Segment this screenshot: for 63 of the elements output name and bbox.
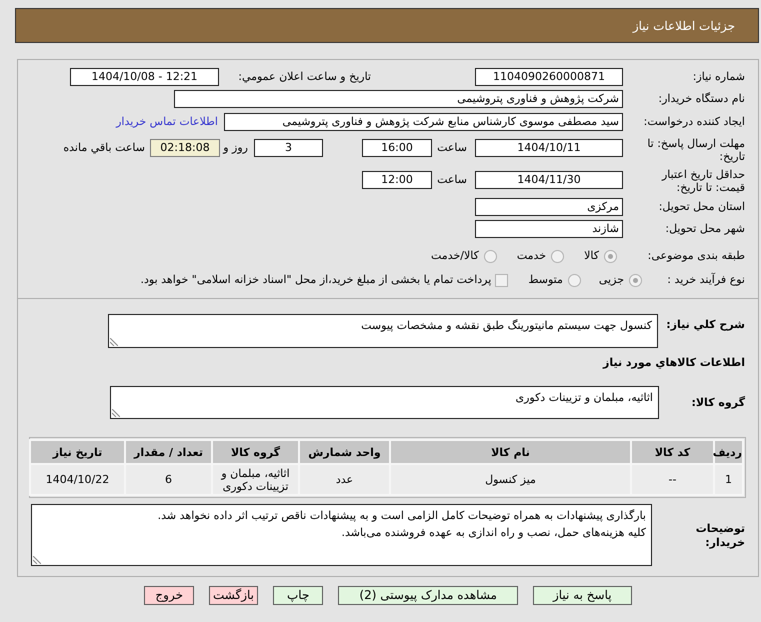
validity-date-field[interactable]: 1404/11/30: [475, 171, 623, 189]
view-attachments-button[interactable]: مشاهده مدارک پیوستی (2): [338, 586, 518, 605]
time-left-field[interactable]: 02:18:08: [150, 139, 220, 157]
deadline-time-field[interactable]: 16:00: [362, 139, 432, 157]
field-label: شماره نیاز:: [692, 70, 745, 83]
field-label: ساعت: [437, 173, 467, 186]
field-label: نام دستگاه خریدار:: [658, 92, 745, 105]
column-header: گروه کالا: [213, 441, 298, 463]
province-field[interactable]: مرکزی: [475, 198, 623, 216]
option-label: متوسط: [528, 272, 563, 288]
option-label: خدمت: [516, 248, 546, 264]
days-left-field[interactable]: 3: [254, 139, 323, 157]
field-label: شرح کلي نیاز:: [666, 318, 745, 331]
announce-date-field[interactable]: 1404/10/08 - 12:21: [70, 68, 219, 86]
field-label: روز و: [223, 141, 248, 154]
table-cell: اثاثیه، مبلمان و تزیینات دکوری: [213, 465, 298, 494]
column-header: کد کالا: [632, 441, 713, 463]
resize-grip-icon[interactable]: [110, 338, 118, 346]
option-label: کالا/خدمت: [431, 248, 479, 264]
back-button[interactable]: بازگشت: [209, 586, 258, 605]
exit-button[interactable]: خروج: [144, 586, 194, 605]
requester-field[interactable]: سید مصطفی موسوی کارشناس منابع شرکت پژوهش و فناوری پتروشیمی: [224, 113, 623, 131]
contact-link[interactable]: اطلاعات تماس خریدار: [116, 113, 218, 131]
need-number-field[interactable]: 1104090260000871: [475, 68, 623, 86]
field-label: توضیحات خریدار:: [696, 522, 745, 549]
goods-group-field[interactable]: اثاثیه، مبلمان و تزیینات دکوری: [110, 386, 659, 419]
deadline-date-field[interactable]: 1404/10/11: [475, 139, 623, 157]
field-label: ایجاد کننده درخواست:: [644, 115, 745, 128]
table-cell: 1404/10/22: [31, 465, 124, 494]
column-header: نام کالا: [391, 441, 630, 463]
table-cell: --: [632, 465, 713, 494]
field-label: مهلت ارسال پاسخ: تا تاریخ:: [647, 137, 745, 163]
table-cell: میز کنسول: [391, 465, 630, 494]
column-header: واحد شمارش: [300, 441, 389, 463]
field-label: نوع فرآیند خرید :: [667, 273, 745, 286]
field-label: طبقه بندی موضوعی:: [648, 249, 745, 262]
resize-grip-icon[interactable]: [112, 409, 120, 417]
reply-button[interactable]: پاسخ به نیاز: [532, 586, 632, 605]
field-label: ساعت باقي مانده: [63, 141, 145, 154]
print-button[interactable]: چاپ: [273, 586, 324, 605]
field-label: حداقل تاریخ اعتبار قیمت: تا تاریخ:: [662, 168, 745, 194]
resize-grip-icon[interactable]: [33, 556, 41, 564]
table-cell: 1: [715, 465, 742, 494]
option-label: پرداخت تمام یا بخشی از مبلغ خرید،از محل "اسناد خزانه اسلامی" خواهد بود.: [140, 272, 492, 288]
city-field[interactable]: شازند: [475, 220, 623, 238]
option-label: جزیی: [598, 272, 624, 288]
option-label: کالا: [584, 248, 599, 264]
buyer-notes-field[interactable]: بارگذاری پیشنهادات به همراه توضیحات کامل الزامی است و به پیشنهادات ناقص ترتیب اثر داده نخواهد شد. کلیه هزینه‌های حمل، نصب و راه اندازی به عهده فروشنده می‌باشد.: [31, 504, 652, 566]
section-title: اطلاعات کالاهاي مورد نیاز: [603, 356, 745, 370]
field-label: ساعت: [437, 141, 467, 154]
column-header: تعداد / مقدار: [126, 441, 211, 463]
table-cell: عدد: [300, 465, 389, 494]
field-label: شهر محل تحویل:: [665, 222, 745, 235]
field-label: تاریخ و ساعت اعلان عمومي:: [238, 70, 371, 83]
column-header: تاریخ نیاز: [31, 441, 124, 463]
column-header: ردیف: [715, 441, 742, 463]
buyer-org-field[interactable]: شرکت پژوهش و فناوری پتروشیمی: [174, 90, 623, 108]
page-title: جزئیات اطلاعات نیاز: [632, 18, 735, 32]
table-cell: 6: [126, 465, 211, 494]
validity-time-field[interactable]: 12:00: [362, 171, 432, 189]
description-field[interactable]: کنسول جهت سیستم مانیتورینگ طبق نقشه و مشخصات پیوست: [108, 314, 658, 348]
field-label: استان محل تحویل:: [658, 200, 745, 213]
field-label: گروه کالا:: [691, 396, 745, 409]
